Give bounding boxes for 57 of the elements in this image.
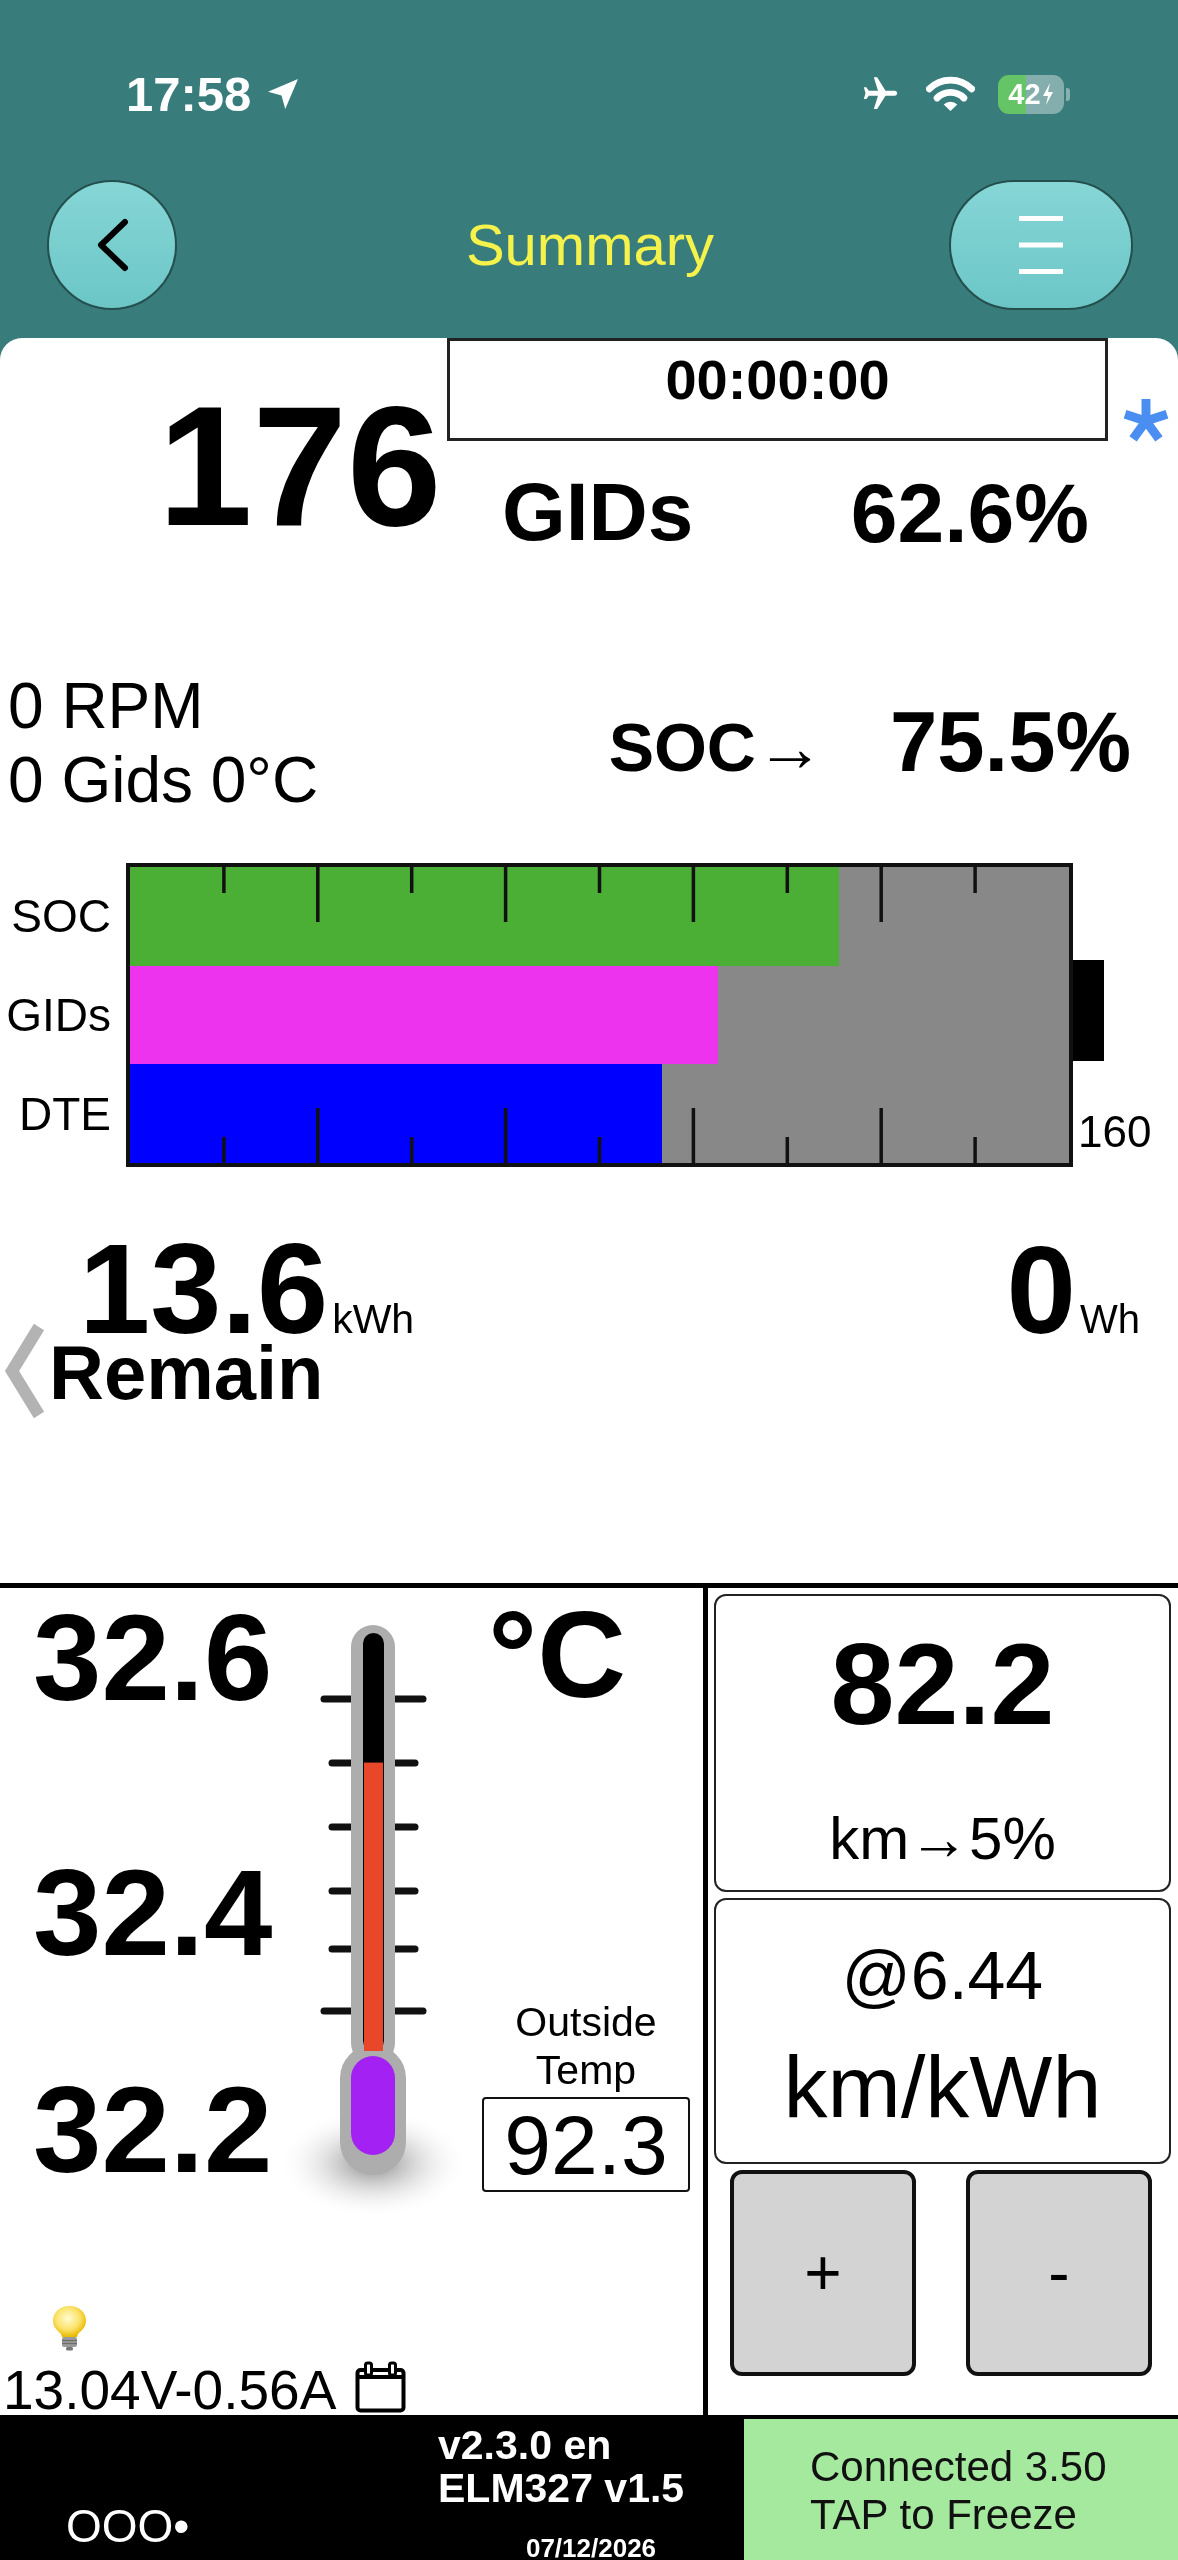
range-label: km→5% (829, 1809, 1056, 1869)
plus-button[interactable]: + (730, 2170, 916, 2376)
gids-percent: 62.6% (850, 471, 1089, 555)
soc-value: 75.5% (890, 699, 1131, 784)
gauge-label: SOC (11, 893, 111, 940)
gauge-label: GIDs (6, 992, 111, 1038)
version-text: v2.3.0 en (438, 2424, 612, 2467)
tick-mark (973, 1137, 977, 1163)
gids-count: 176 (158, 381, 441, 551)
tick-mark (973, 867, 977, 893)
status-time: 17:58 (126, 69, 252, 119)
lightning-bolt-icon (1041, 83, 1054, 105)
gauge-label: DTE (19, 1090, 111, 1137)
tick-mark (785, 1137, 790, 1163)
readout-text: 0 Gids 0°C (8, 743, 319, 817)
tick-mark (409, 867, 414, 893)
range-value: 82.2 (830, 1627, 1055, 1742)
tick-mark (316, 867, 320, 922)
tick-mark (222, 1137, 226, 1163)
wifi-icon (926, 76, 975, 112)
temperature-unit: °C (488, 1593, 626, 1716)
battery-percent: 42 (1008, 79, 1041, 109)
menu-icon (1019, 216, 1063, 274)
tick-mark (503, 1108, 508, 1163)
tick-mark (316, 1108, 320, 1163)
temperature-reading: 32.2 (33, 2068, 273, 2191)
readout-text: 0 RPM (8, 669, 204, 743)
outside-temp-display: 92.3 (482, 2097, 690, 2192)
minus-button[interactable]: - (966, 2170, 1152, 2376)
temperature-reading: 32.4 (33, 1851, 273, 1974)
outside-temp-label: Outside Temp (514, 1998, 658, 2094)
tick-mark (785, 867, 790, 893)
tick-mark (879, 1108, 883, 1163)
voltage-current-text: 13.04V-0.56A (3, 2365, 337, 2415)
tick-mark (879, 867, 883, 922)
date-text: 07/12/2026 (525, 2535, 657, 2560)
connection-status-button[interactable]: Connected 3.50 TAP to Freeze (744, 2419, 1178, 2560)
tick-mark (691, 867, 696, 922)
temperature-reading: 32.6 (33, 1596, 273, 1719)
energy-used-value: 0 (1006, 1237, 1076, 1344)
tick-mark (409, 1137, 414, 1163)
tick-mark (597, 867, 602, 893)
gauge-max-label: 160 (1078, 1110, 1152, 1154)
timer-display: 00:00:00 (447, 338, 1108, 441)
version-text: ELM327 v1.5 (438, 2467, 685, 2510)
gids-unit: GIDs (502, 471, 694, 555)
status-dots-text: OOO• (66, 2500, 190, 2552)
tick-mark (691, 1108, 696, 1163)
tick-mark (597, 1137, 602, 1163)
soc-label: SOC→ (608, 713, 824, 781)
efficiency-unit: km/kWh (783, 2043, 1102, 2131)
tick-mark (222, 867, 226, 893)
calendar-icon (355, 2361, 407, 2413)
energy-unit: kWh (332, 1299, 415, 1340)
tick-mark (503, 867, 508, 922)
efficiency-value: @6.44 (841, 1941, 1044, 2009)
energy-unit: Wh (1080, 1299, 1140, 1339)
